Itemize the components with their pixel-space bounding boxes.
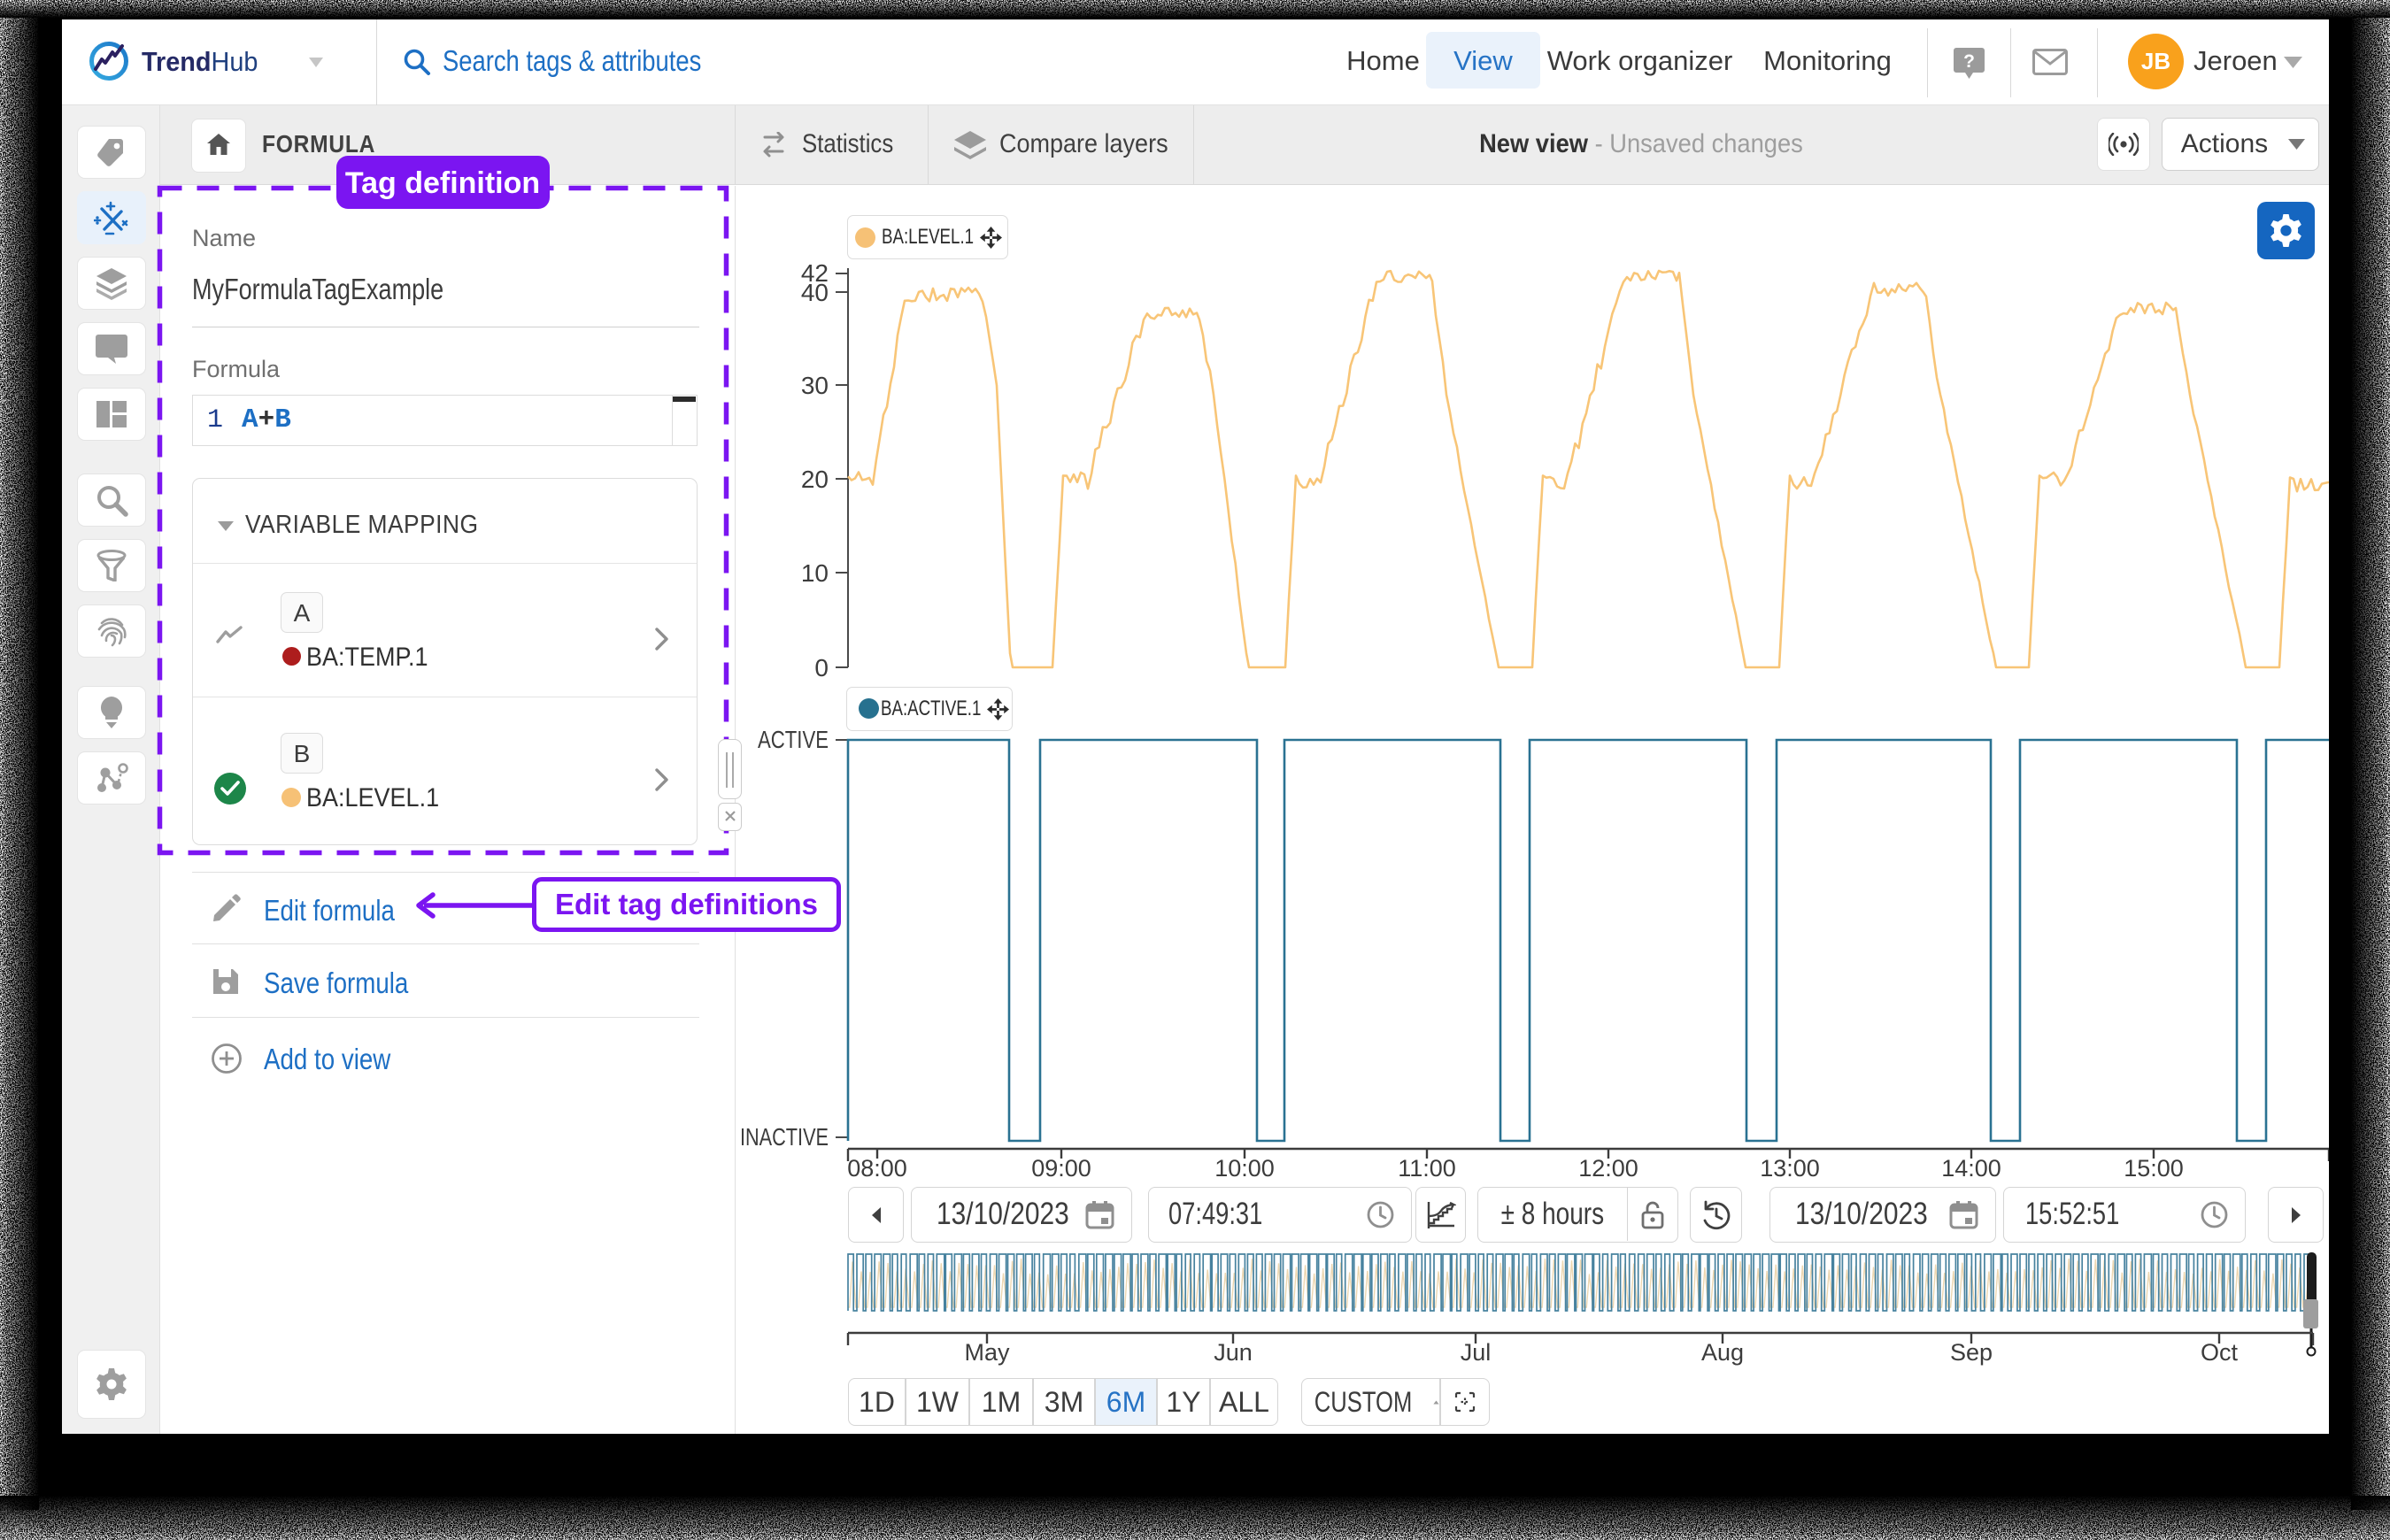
svg-text:40: 40 [801, 279, 829, 306]
svg-text:09:00: 09:00 [1031, 1155, 1091, 1182]
svg-text:Sep: Sep [1950, 1339, 1993, 1366]
svg-text:0: 0 [814, 654, 829, 681]
svg-text:30: 30 [801, 372, 829, 399]
svg-text:12:00: 12:00 [1578, 1155, 1638, 1182]
svg-text:Aug: Aug [1701, 1339, 1744, 1366]
svg-text:ACTIVE: ACTIVE [758, 726, 829, 753]
svg-text:Jun: Jun [1214, 1339, 1253, 1366]
svg-text:INACTIVE: INACTIVE [740, 1123, 829, 1151]
svg-text:13:00: 13:00 [1760, 1155, 1820, 1182]
svg-text:10:00: 10:00 [1214, 1155, 1275, 1182]
svg-text:15:00: 15:00 [2124, 1155, 2184, 1182]
svg-text:Oct: Oct [2201, 1339, 2239, 1366]
svg-text:20: 20 [801, 466, 829, 493]
svg-text:11:00: 11:00 [1398, 1155, 1456, 1182]
svg-text:Jul: Jul [1461, 1339, 1492, 1366]
svg-text:10: 10 [801, 559, 829, 587]
svg-text:08:00: 08:00 [847, 1155, 907, 1182]
svg-text:May: May [964, 1339, 1010, 1366]
svg-text:14:00: 14:00 [1941, 1155, 2001, 1182]
